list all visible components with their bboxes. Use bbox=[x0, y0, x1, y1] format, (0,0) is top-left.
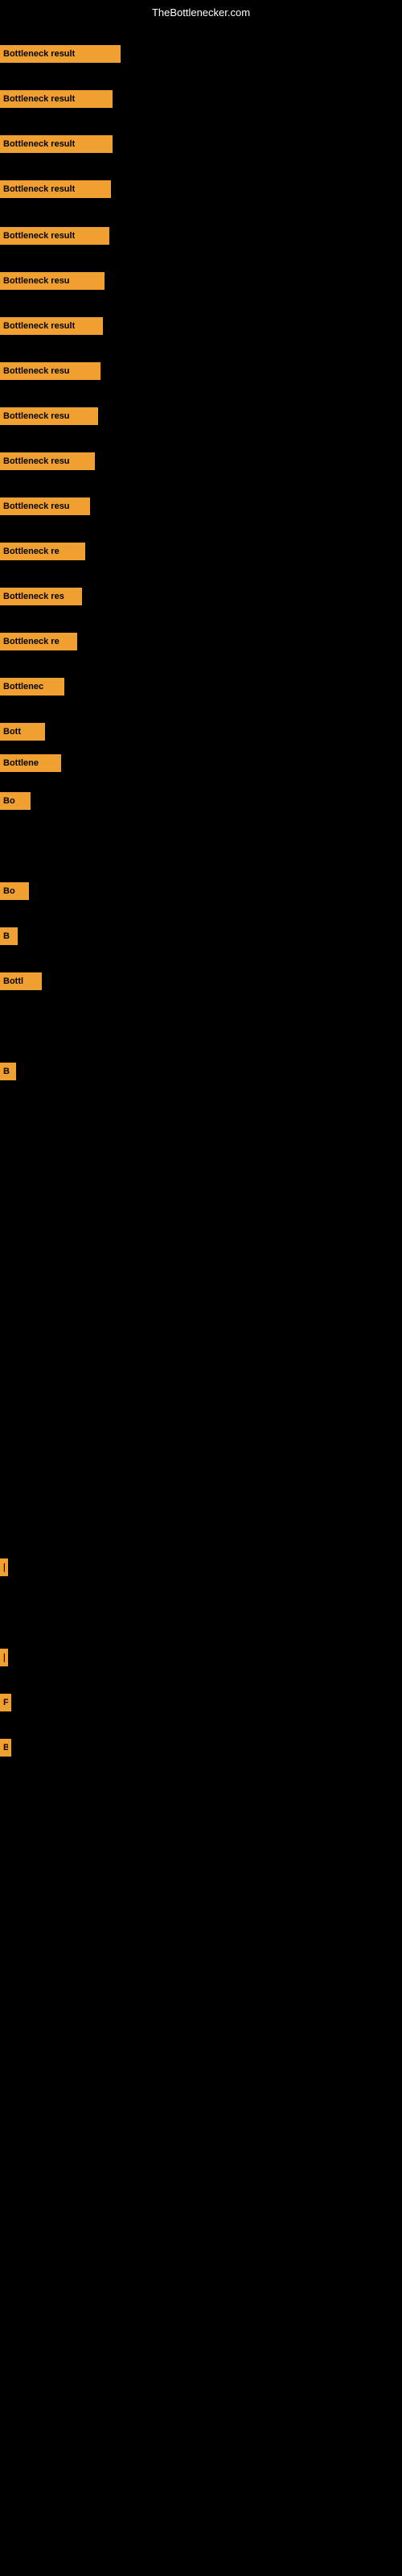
bar-item-20: Bottl bbox=[0, 972, 42, 990]
bar-label-9: Bottleneck resu bbox=[3, 456, 70, 466]
bar-item-9: Bottleneck resu bbox=[0, 452, 95, 470]
bar-label-15: Bott bbox=[3, 727, 21, 737]
bar-label-8: Bottleneck resu bbox=[3, 411, 70, 421]
bar-item-7: Bottleneck resu bbox=[0, 362, 100, 380]
bar-item-21: B bbox=[0, 1063, 16, 1080]
bar-label-11: Bottleneck re bbox=[3, 547, 59, 556]
bar-label-18: Bo bbox=[3, 886, 15, 896]
bar-item-5: Bottleneck resu bbox=[0, 272, 105, 290]
bar-label-17: Bo bbox=[3, 796, 15, 806]
bar-item-10: Bottleneck resu bbox=[0, 497, 90, 515]
bar-item-1: Bottleneck result bbox=[0, 90, 113, 108]
bar-item-16: Bottlene bbox=[0, 754, 61, 772]
bar-label-12: Bottleneck res bbox=[3, 592, 64, 601]
bar-item-17: Bo bbox=[0, 792, 31, 810]
bar-label-2: Bottleneck result bbox=[3, 139, 75, 149]
bar-label-7: Bottleneck resu bbox=[3, 366, 70, 376]
bar-item-15: Bott bbox=[0, 723, 45, 741]
site-title: TheBottlenecker.com bbox=[0, 6, 402, 19]
bar-label-13: Bottleneck re bbox=[3, 637, 59, 646]
bar-item-24: F bbox=[0, 1694, 11, 1711]
bar-item-4: Bottleneck result bbox=[0, 227, 109, 245]
bar-item-22: | bbox=[0, 1558, 8, 1576]
bar-item-18: Bo bbox=[0, 882, 29, 900]
bar-item-2: Bottleneck result bbox=[0, 135, 113, 153]
bar-label-24: F bbox=[3, 1698, 8, 1707]
bar-label-3: Bottleneck result bbox=[3, 184, 75, 194]
bar-item-6: Bottleneck result bbox=[0, 317, 103, 335]
bar-item-23: | bbox=[0, 1649, 8, 1666]
bar-item-13: Bottleneck re bbox=[0, 633, 77, 650]
bar-label-20: Bottl bbox=[3, 976, 23, 986]
bar-label-1: Bottleneck result bbox=[3, 94, 75, 104]
bar-item-25: B bbox=[0, 1739, 11, 1757]
bar-label-14: Bottlenec bbox=[3, 682, 43, 691]
bar-item-0: Bottleneck result bbox=[0, 45, 121, 63]
bar-label-6: Bottleneck result bbox=[3, 321, 75, 331]
bar-label-22: | bbox=[3, 1563, 5, 1572]
bar-label-21: B bbox=[3, 1067, 10, 1076]
bar-item-12: Bottleneck res bbox=[0, 588, 82, 605]
bar-label-4: Bottleneck result bbox=[3, 231, 75, 241]
bar-item-19: B bbox=[0, 927, 18, 945]
bar-label-0: Bottleneck result bbox=[3, 49, 75, 59]
bar-label-23: | bbox=[3, 1653, 5, 1662]
bar-item-14: Bottlenec bbox=[0, 678, 64, 696]
bar-label-25: B bbox=[3, 1743, 8, 1752]
bar-label-16: Bottlene bbox=[3, 758, 39, 768]
bar-item-8: Bottleneck resu bbox=[0, 407, 98, 425]
bar-item-3: Bottleneck result bbox=[0, 180, 111, 198]
bar-label-10: Bottleneck resu bbox=[3, 502, 70, 511]
bar-label-19: B bbox=[3, 931, 10, 941]
bar-item-11: Bottleneck re bbox=[0, 543, 85, 560]
bar-label-5: Bottleneck resu bbox=[3, 276, 70, 286]
